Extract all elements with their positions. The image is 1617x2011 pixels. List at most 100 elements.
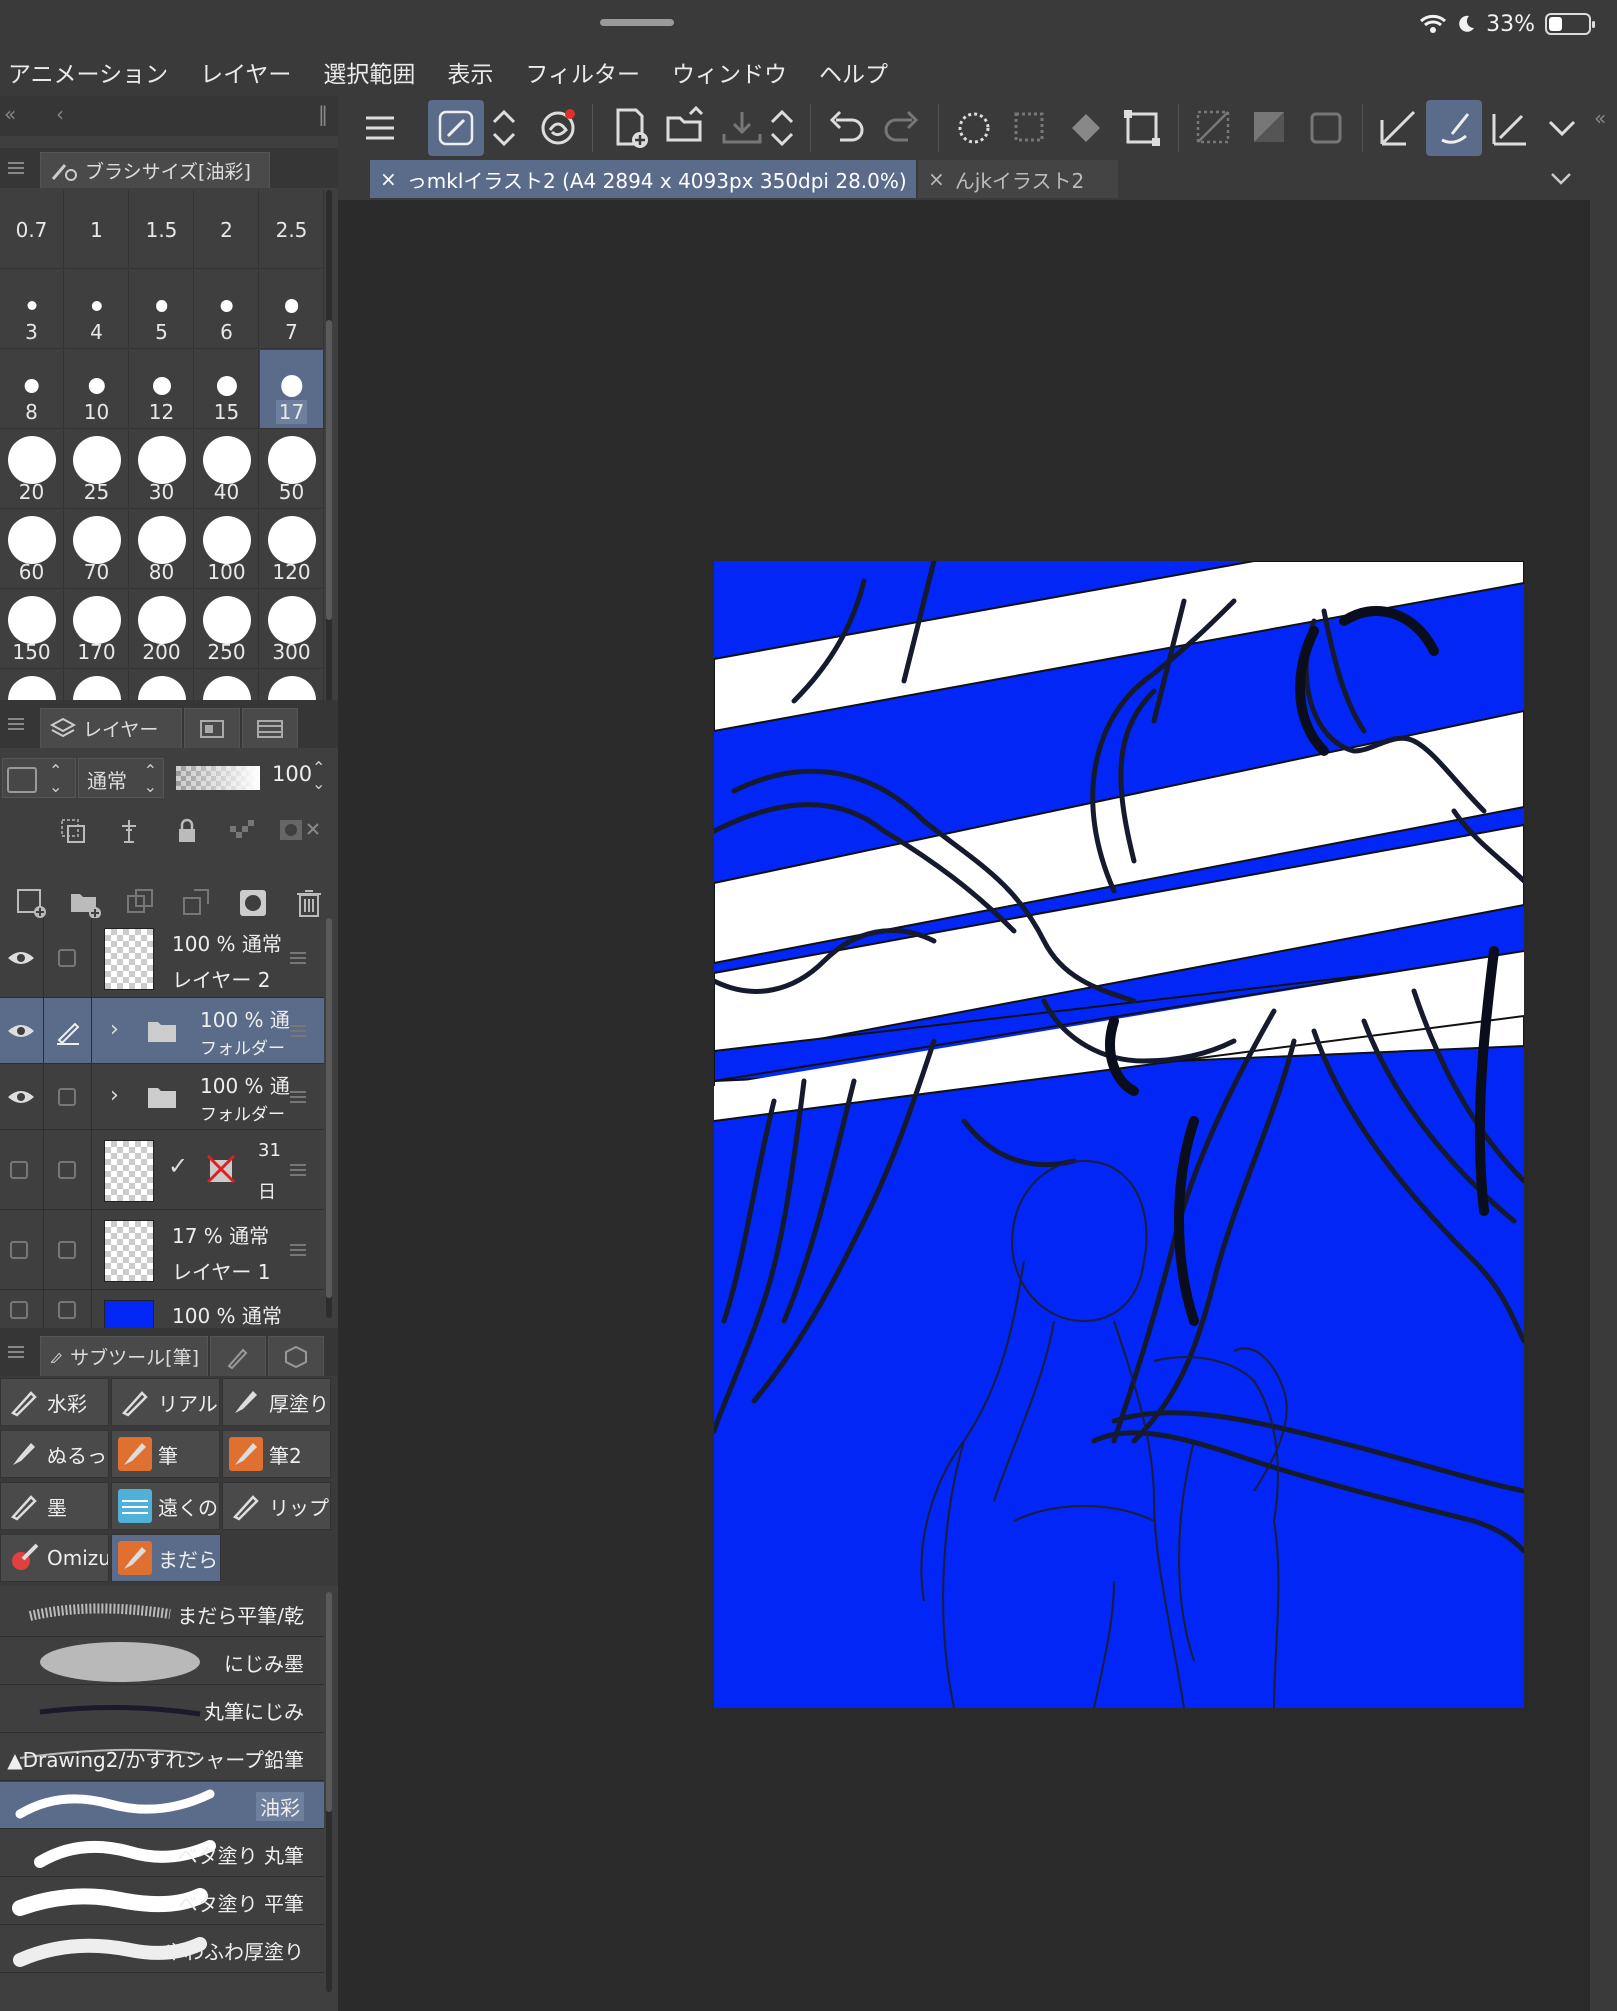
brush-preset-item[interactable]: ▲Drawing2/かすれシャープ鉛筆 xyxy=(0,1734,324,1781)
brush-preset-item[interactable]: やわふわ厚塗り xyxy=(0,1926,324,1973)
merge-layer-icon[interactable] xyxy=(180,886,214,920)
panel-menu-icon[interactable] xyxy=(8,1346,24,1358)
subtool-button[interactable]: Omizu xyxy=(0,1534,109,1582)
subtool-button[interactable]: リップ xyxy=(222,1482,331,1530)
menu-view[interactable]: 表示 xyxy=(431,55,509,89)
menu-selection[interactable]: 選択範囲 xyxy=(307,55,431,89)
panel-menu-icon[interactable] xyxy=(8,162,24,174)
edit-target-toggle[interactable] xyxy=(44,1130,92,1209)
brush-size-option[interactable]: 5 xyxy=(130,270,194,349)
brush-preset-item[interactable]: にじみ墨 xyxy=(0,1638,324,1685)
menu-icon[interactable] xyxy=(352,100,408,156)
chevron-down-icon[interactable] xyxy=(1548,168,1574,190)
brush-size-option[interactable]: 60 xyxy=(0,510,64,589)
layer-row[interactable]: › 100 % 通フォルダー xyxy=(0,1064,324,1130)
copy-layer-icon[interactable] xyxy=(124,886,158,920)
show-selection-icon[interactable] xyxy=(1298,100,1354,156)
resize-handle-icon[interactable]: ‖ xyxy=(318,102,328,126)
subtool-button[interactable]: 墨 xyxy=(0,1482,109,1530)
brush-size-scroll-thumb[interactable] xyxy=(326,320,332,620)
brush-size-option[interactable]: 1.5 xyxy=(130,190,194,269)
clear-outside-selection-icon[interactable] xyxy=(1002,100,1058,156)
redo-icon[interactable] xyxy=(874,100,930,156)
subtool-button[interactable]: 水彩 xyxy=(0,1378,109,1426)
brush-preset-item[interactable]: まだら平筆/乾 xyxy=(0,1590,324,1637)
reference-layer-icon[interactable] xyxy=(114,816,144,846)
edit-target-toggle[interactable] xyxy=(44,918,92,997)
subtool-button[interactable]: ぬるっ xyxy=(0,1430,109,1478)
edit-target-toggle[interactable] xyxy=(44,1064,92,1129)
layer-row[interactable]: ✓ 31 日 xyxy=(0,1130,324,1210)
invert-selection-icon[interactable] xyxy=(1242,100,1298,156)
layer-menu-icon[interactable] xyxy=(290,1164,306,1176)
subtool-button[interactable]: 筆2 xyxy=(222,1430,331,1478)
lock-transparency-icon[interactable] xyxy=(226,816,256,846)
brush-size-option[interactable]: 100 xyxy=(195,510,259,589)
brush-list-scrollbar[interactable] xyxy=(326,1592,332,1992)
layer-color-select[interactable]: ⌃ ⌄ xyxy=(2,758,76,798)
opacity-slider[interactable] xyxy=(176,766,260,790)
layer-row[interactable]: 100 % 通常 レイヤー 2 xyxy=(0,918,324,998)
new-raster-layer-icon[interactable] xyxy=(14,886,48,920)
brush-size-option[interactable]: 300 xyxy=(260,590,324,669)
brush-size-option[interactable]: 80 xyxy=(130,510,194,589)
visibility-toggle[interactable] xyxy=(0,998,44,1063)
deselect-icon[interactable] xyxy=(1186,100,1242,156)
layer-mask-icon[interactable] xyxy=(236,886,270,920)
layer-menu-icon[interactable] xyxy=(290,1091,306,1103)
visibility-toggle[interactable] xyxy=(0,1290,44,1329)
brush-size-option[interactable]: 70 xyxy=(65,510,129,589)
layer-menu-icon[interactable] xyxy=(290,1244,306,1256)
layer-row[interactable]: 17 % 通常 レイヤー 1 xyxy=(0,1210,324,1290)
layer-menu-icon[interactable] xyxy=(290,952,306,964)
subtool-button[interactable]: リアル xyxy=(111,1378,220,1426)
brush-preset-item[interactable]: 油彩 xyxy=(0,1782,324,1829)
brush-size-option[interactable]: 20 xyxy=(0,430,64,509)
brush-size-option[interactable]: 150 xyxy=(0,590,64,669)
layer-scrollbar[interactable] xyxy=(326,918,332,1318)
layer-menu-icon[interactable] xyxy=(290,1025,306,1037)
subtool-button[interactable]: 遠くの xyxy=(111,1482,220,1530)
quick-access-button[interactable] xyxy=(428,100,484,156)
expand-right-icon[interactable]: « xyxy=(1594,106,1606,130)
edit-target-toggle[interactable] xyxy=(44,1290,92,1329)
subtool-button[interactable]: まだら xyxy=(111,1534,221,1582)
visibility-toggle[interactable] xyxy=(0,1210,44,1289)
visibility-toggle[interactable] xyxy=(0,1130,44,1209)
brush-preset-item[interactable]: ベタ塗り 平筆 xyxy=(0,1878,324,1925)
tab-brush-size[interactable]: ブラシサイズ[油彩] xyxy=(40,152,270,188)
close-icon[interactable]: × xyxy=(928,167,945,191)
brush-size-option[interactable]: 200 xyxy=(130,590,194,669)
chevron-left-icon[interactable]: ‹ xyxy=(56,102,64,126)
brush-preset-item[interactable]: 丸筆にじみ xyxy=(0,1686,324,1733)
transform-icon[interactable] xyxy=(1114,100,1170,156)
tab-layer[interactable]: レイヤー xyxy=(40,708,182,748)
brush-size-option[interactable]: 6 xyxy=(195,270,259,349)
mask-toggle-icon[interactable] xyxy=(278,814,326,846)
brush-size-option[interactable]: 15 xyxy=(195,350,259,429)
open-file-icon[interactable] xyxy=(658,100,714,156)
edit-target-toggle[interactable] xyxy=(44,1210,92,1289)
tab-tool-property[interactable] xyxy=(210,1336,266,1376)
edit-target-toggle[interactable] xyxy=(44,998,92,1063)
brush-size-option[interactable]: 120 xyxy=(260,510,324,589)
tab-animation[interactable] xyxy=(242,708,298,748)
visibility-toggle[interactable] xyxy=(0,1064,44,1129)
menu-animation[interactable]: アニメーション xyxy=(0,55,184,89)
subtool-button[interactable]: 厚塗り xyxy=(222,1378,331,1426)
layer-scroll-thumb[interactable] xyxy=(326,918,332,1298)
stepper-icon[interactable] xyxy=(484,100,524,156)
ruler-icon[interactable] xyxy=(1482,100,1538,156)
close-icon[interactable]: × xyxy=(380,167,397,191)
trash-icon[interactable] xyxy=(292,886,326,920)
brush-size-option[interactable]: 3 xyxy=(0,270,64,349)
brush-size-option[interactable]: 10 xyxy=(65,350,129,429)
clear-icon[interactable] xyxy=(946,100,1002,156)
tab-document-1[interactable]: × っmklイラスト2 (A4 2894 x 4093px 350dpi 28.… xyxy=(370,160,916,198)
brush-size-option[interactable]: 25 xyxy=(65,430,129,509)
brush-size-option[interactable]: 8 xyxy=(0,350,64,429)
fill-icon[interactable] xyxy=(1058,100,1114,156)
panel-menu-icon[interactable] xyxy=(8,718,24,730)
brush-size-option[interactable]: 2.5 xyxy=(260,190,324,269)
subtool-button[interactable]: 筆 xyxy=(111,1430,220,1478)
